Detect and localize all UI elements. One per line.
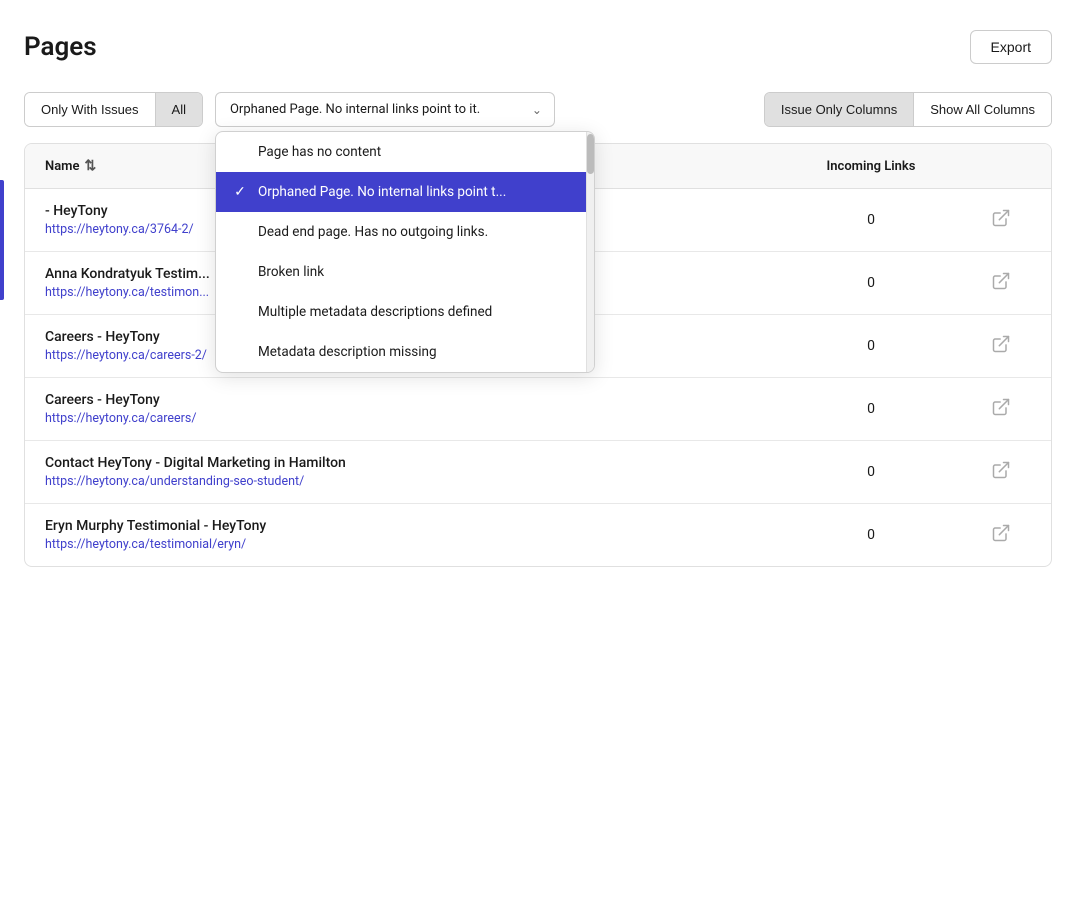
table-row: Contact HeyTony - Digital Marketing in H… [25, 441, 1051, 504]
dropdown-item-orphaned[interactable]: ✓ Orphaned Page. No internal links point… [216, 172, 586, 212]
dropdown-item-multiple-metadata[interactable]: ✓ Multiple metadata descriptions defined [216, 292, 586, 332]
row-url[interactable]: https://heytony.ca/careers/ [45, 411, 771, 426]
only-with-issues-button[interactable]: Only With Issues [25, 93, 156, 126]
cell-external-link[interactable] [971, 208, 1031, 233]
dropdown-chevron-icon: ⌄ [532, 103, 542, 117]
external-link-icon[interactable] [991, 460, 1011, 485]
dropdown-item-label: Dead end page. Has no outgoing links. [258, 224, 488, 240]
cell-external-link[interactable] [971, 334, 1031, 359]
cell-name: Eryn Murphy Testimonial - HeyTony https:… [45, 518, 771, 552]
external-link-icon[interactable] [991, 208, 1011, 233]
dropdown-scroll-container: ✓ Page has no content ✓ Orphaned Page. N… [216, 132, 594, 372]
row-url[interactable]: https://heytony.ca/understanding-seo-stu… [45, 474, 771, 489]
show-all-columns-button[interactable]: Show All Columns [914, 93, 1051, 126]
sort-icon: ⇅ [84, 158, 96, 174]
dropdown-item-label: Broken link [258, 264, 324, 280]
row-title: Contact HeyTony - Digital Marketing in H… [45, 455, 771, 471]
dropdown-item-dead-end[interactable]: ✓ Dead end page. Has no outgoing links. [216, 212, 586, 252]
issue-only-columns-button[interactable]: Issue Only Columns [765, 93, 914, 126]
dropdown-item-label: Page has no content [258, 144, 381, 160]
external-link-icon[interactable] [991, 397, 1011, 422]
columns-filter-group: Issue Only Columns Show All Columns [764, 92, 1052, 127]
cell-external-link[interactable] [971, 523, 1031, 548]
row-url[interactable]: https://heytony.ca/testimonial/eryn/ [45, 537, 771, 552]
page-title: Pages [24, 32, 97, 62]
issues-filter-group: Only With Issues All [24, 92, 203, 127]
external-link-icon[interactable] [991, 271, 1011, 296]
cell-incoming-links: 0 [771, 275, 971, 291]
check-icon: ✓ [232, 184, 248, 200]
dropdown-item-metadata-missing[interactable]: ✓ Metadata description missing [216, 332, 586, 372]
all-button[interactable]: All [156, 93, 202, 126]
cell-external-link[interactable] [971, 397, 1031, 422]
dropdown-item-label: Metadata description missing [258, 344, 437, 360]
th-incoming-links: Incoming Links [771, 159, 971, 174]
dropdown-item-broken-link[interactable]: ✓ Broken link [216, 252, 586, 292]
scroll-thumb[interactable] [587, 134, 594, 174]
th-name-sort[interactable]: Name ⇅ [45, 158, 96, 174]
cell-name: Careers - HeyTony https://heytony.ca/car… [45, 392, 771, 426]
cell-incoming-links: 0 [771, 464, 971, 480]
external-link-icon[interactable] [991, 334, 1011, 359]
cell-name: Contact HeyTony - Digital Marketing in H… [45, 455, 771, 489]
cell-external-link[interactable] [971, 460, 1031, 485]
cell-incoming-links: 0 [771, 338, 971, 354]
table-row: Eryn Murphy Testimonial - HeyTony https:… [25, 504, 1051, 566]
dropdown-selected-text: Orphaned Page. No internal links point t… [230, 102, 480, 117]
table-row: Careers - HeyTony https://heytony.ca/car… [25, 378, 1051, 441]
row-title: Eryn Murphy Testimonial - HeyTony [45, 518, 771, 534]
filter-left: Only With Issues All Orphaned Page. No i… [24, 92, 567, 127]
row-title: Careers - HeyTony [45, 392, 771, 408]
external-link-icon[interactable] [991, 523, 1011, 548]
export-button[interactable]: Export [970, 30, 1052, 64]
cell-incoming-links: 0 [771, 401, 971, 417]
dropdown-item-no-content[interactable]: ✓ Page has no content [216, 132, 586, 172]
page-header: Pages Export [24, 30, 1052, 64]
issue-type-dropdown-menu: ✓ Page has no content ✓ Orphaned Page. N… [215, 131, 595, 373]
filter-bar: Only With Issues All Orphaned Page. No i… [24, 92, 1052, 127]
issue-type-dropdown-wrapper: Orphaned Page. No internal links point t… [215, 92, 555, 127]
cell-external-link[interactable] [971, 271, 1031, 296]
issue-type-dropdown-trigger[interactable]: Orphaned Page. No internal links point t… [215, 92, 555, 127]
dropdown-item-label: Multiple metadata descriptions defined [258, 304, 492, 320]
filter-right: Issue Only Columns Show All Columns [764, 92, 1052, 127]
cell-incoming-links: 0 [771, 527, 971, 543]
left-accent-bar [0, 180, 4, 300]
dropdown-items-list: ✓ Page has no content ✓ Orphaned Page. N… [216, 132, 586, 372]
dropdown-item-label: Orphaned Page. No internal links point t… [258, 184, 506, 200]
cell-incoming-links: 0 [771, 212, 971, 228]
scroll-track[interactable] [586, 132, 594, 372]
